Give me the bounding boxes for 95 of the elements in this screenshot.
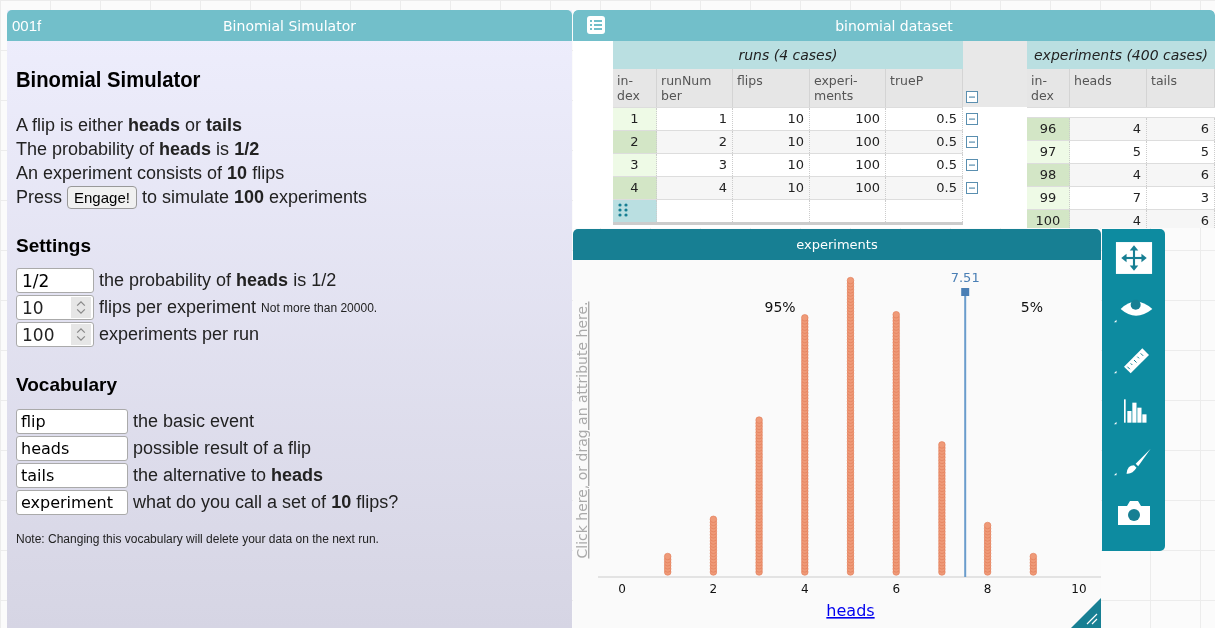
table-cell: 2 [657, 131, 733, 153]
vocabulary-label: the basic event [133, 411, 255, 432]
window-title: binomial dataset [835, 17, 953, 34]
vocabulary-label: what do you call a set of 10 flips? [133, 492, 399, 513]
table-title: runs (4 cases) [613, 41, 963, 69]
tick-label: 2 [709, 582, 718, 596]
section-heading: Vocabulary [16, 374, 119, 396]
resize-handle-icon[interactable] [1071, 598, 1101, 628]
vocabulary-label: possible result of a flip [133, 438, 312, 459]
vocabulary-label: the alternative to heads [133, 465, 324, 486]
index-cell: 1 [613, 108, 657, 130]
table-cell: 4 [1070, 164, 1147, 186]
table-cell: 1 [657, 108, 733, 130]
table-cell: 6 [1147, 210, 1215, 228]
section-heading: Settings [16, 235, 92, 257]
column-header[interactable]: in- dex [613, 69, 657, 107]
window-title: experiments [573, 229, 1101, 260]
index-cell: 97 [1027, 141, 1070, 163]
collapse-icon[interactable] [966, 135, 978, 148]
table-cell: 100 [810, 131, 886, 153]
index-cell: 96 [1027, 118, 1070, 140]
column-header[interactable]: experi- ments [810, 69, 886, 107]
table-cell: 4 [1070, 118, 1147, 140]
collapse-icon[interactable] [966, 112, 978, 125]
window-title: Binomial Simulator [223, 17, 356, 34]
table-cell: 100 [810, 177, 886, 199]
movable-value-line[interactable] [961, 288, 970, 578]
column-header[interactable]: runNum ber [657, 69, 733, 107]
move-arrows-icon[interactable] [1113, 241, 1154, 275]
intro-text: Press [16, 186, 62, 209]
input-field[interactable]: flip [16, 409, 128, 434]
list-icon[interactable] [587, 16, 605, 34]
table-title: experiments (400 cases) [1027, 41, 1215, 69]
input-field[interactable]: 1/2 [16, 268, 94, 293]
table-cell: 10 [733, 154, 810, 176]
intro-text: A flip is either heads or tails [16, 114, 244, 137]
engage-button[interactable]: Engage! [67, 185, 137, 209]
spinner-icon[interactable] [71, 324, 91, 345]
table-cell: 4 [657, 177, 733, 199]
index-cell: 2 [613, 131, 657, 153]
number-field[interactable]: 100 [16, 322, 94, 347]
setting-label: the probability of heads is 1/2 [99, 270, 337, 291]
table-cell: 100 [810, 154, 886, 176]
table-cell: 4 [1070, 210, 1147, 228]
tick-label: 6 [892, 582, 900, 596]
setting-note: Not more than 20000. [261, 300, 378, 315]
tick-label: 4 [801, 582, 809, 596]
index-cell: 99 [1027, 187, 1070, 209]
index-cell: 4 [613, 177, 657, 199]
drag-handle-icon[interactable] [618, 203, 628, 217]
note-text: Note: Changing this vocabulary will delete your data on the next run. [16, 532, 380, 546]
collapse-icon[interactable] [966, 158, 978, 171]
number-field[interactable]: 10 [16, 295, 94, 320]
spinner-icon[interactable] [71, 297, 91, 318]
intro-text: to simulate 100 experiments [141, 186, 368, 209]
column-header[interactable]: flips [733, 69, 810, 107]
table-cell: 7 [1070, 187, 1147, 209]
table-cell: 6 [1147, 118, 1215, 140]
setting-label: experiments per run [99, 324, 260, 345]
movable-value-label: 7.51 [950, 270, 980, 285]
input-field[interactable]: experiment [16, 490, 128, 515]
index-cell: 3 [613, 154, 657, 176]
page-heading: Binomial Simulator [16, 67, 202, 93]
column-header[interactable]: heads [1070, 69, 1147, 107]
table-cell: 5 [1070, 141, 1147, 163]
table-cell: 10 [733, 131, 810, 153]
column-header[interactable]: in- dex [1027, 69, 1070, 107]
table-cell: 3 [657, 154, 733, 176]
table-cell: 10 [733, 177, 810, 199]
index-cell: 98 [1027, 164, 1070, 186]
table-cell: 10 [733, 108, 810, 130]
table-cell: 0.5 [886, 131, 963, 153]
index-cell: 100 [1027, 210, 1070, 228]
percent-label: 95% [764, 299, 796, 315]
table-cell: 100 [810, 108, 886, 130]
tick-label: 8 [983, 582, 992, 596]
x-axis-label[interactable]: heads [826, 601, 875, 620]
table-cell: 6 [1147, 164, 1215, 186]
collapse-icon[interactable] [966, 91, 978, 103]
intro-text: The probability of heads is 1/2 [16, 138, 261, 161]
table-cell: 0.5 [886, 108, 963, 130]
percent-label: 5% [1020, 299, 1044, 315]
input-field[interactable]: tails [16, 463, 128, 488]
window-tag: 001f [12, 17, 42, 34]
table-cell: 3 [1147, 187, 1215, 209]
tick-label: 0 [618, 582, 626, 596]
table-cell: 5 [1147, 141, 1215, 163]
collapse-icon[interactable] [966, 181, 978, 194]
input-field[interactable]: heads [16, 436, 128, 461]
table-cell: 0.5 [886, 177, 963, 199]
tick-label: 10 [1071, 582, 1087, 596]
intro-text: An experiment consists of 10 flips [16, 162, 286, 185]
column-header[interactable]: tails [1147, 69, 1215, 107]
setting-label: flips per experiment [99, 297, 257, 318]
table-cell: 0.5 [886, 154, 963, 176]
